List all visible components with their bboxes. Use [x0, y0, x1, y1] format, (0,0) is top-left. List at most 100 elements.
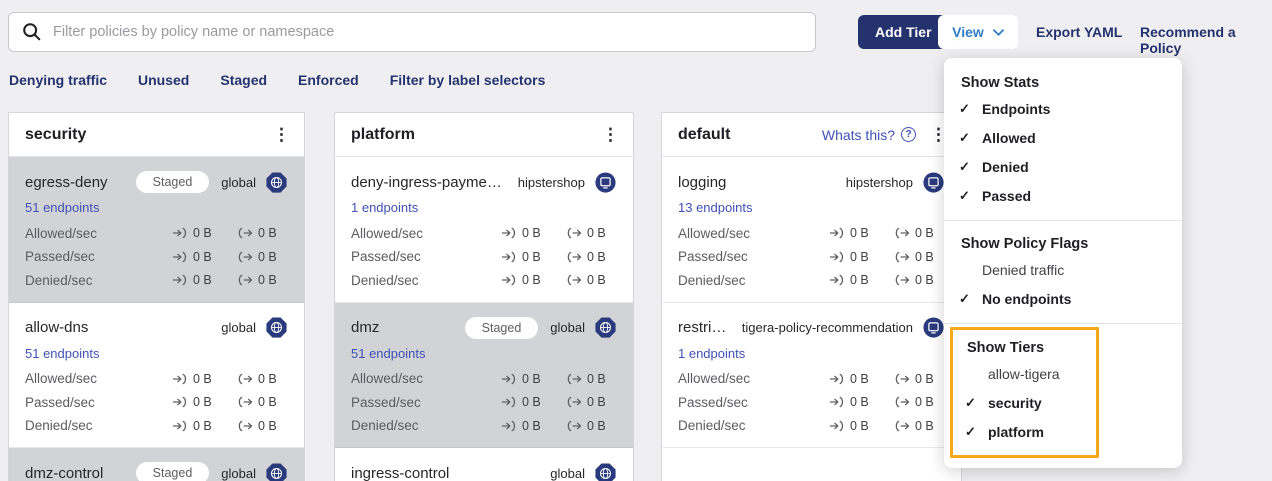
policy-card[interactable]: egress-deny Staged global: [9, 157, 304, 303]
endpoints-link[interactable]: 1 endpoints: [678, 346, 745, 361]
egress-arrow-icon: [237, 274, 253, 286]
search-input[interactable]: [8, 12, 816, 52]
stat-row: Denied/sec 0 B: [25, 273, 288, 288]
check-icon: ✓: [959, 291, 970, 306]
check-icon: ✓: [965, 395, 976, 410]
endpoints-link[interactable]: 1 endpoints: [351, 200, 418, 215]
global-policy-icon: [594, 316, 617, 339]
whats-this-link[interactable]: Whats this? ?: [822, 127, 916, 143]
policy-card[interactable]: ingress-control global: [335, 448, 633, 481]
tier-header: platform ⋮: [335, 113, 633, 157]
stats-list: Allowed/sec 0 B: [25, 371, 288, 433]
egress-arrow-icon: [566, 396, 582, 408]
egress-arrow-icon: [894, 227, 910, 239]
menu-section-heading: Show Tiers: [953, 333, 1096, 359]
check-icon: ✓: [959, 101, 970, 116]
menu-item[interactable]: ✓ Allowed: [944, 123, 1182, 152]
export-yaml-link[interactable]: Export YAML: [1036, 24, 1122, 40]
policy-card[interactable]: dmz Staged global: [335, 303, 633, 449]
menu-item[interactable]: ✓ Passed: [944, 181, 1182, 210]
egress-value: 0 B: [915, 395, 934, 409]
egress-value: 0 B: [587, 273, 606, 287]
menu-item-label: Endpoints: [982, 101, 1050, 117]
recommend-policy-link[interactable]: Recommend a Policy: [1140, 24, 1272, 56]
endpoints-link[interactable]: 13 endpoints: [678, 200, 752, 215]
menu-item[interactable]: ✓ security: [953, 388, 1096, 417]
ingress-arrow-icon: [829, 420, 845, 432]
menu-section-heading: Show Policy Flags: [944, 229, 1182, 255]
global-policy-icon: [265, 171, 288, 194]
egress-value: 0 B: [915, 372, 934, 386]
stat-row: Passed/sec 0 B: [351, 249, 617, 264]
policy-name: allow-dns: [25, 319, 209, 336]
policy-scope-label: global: [550, 320, 585, 335]
filter-link[interactable]: Enforced: [298, 72, 359, 88]
stat-row: Allowed/sec 0 B: [25, 371, 288, 386]
filter-link[interactable]: Unused: [138, 72, 189, 88]
policy-card[interactable]: deny-ingress-paymentservi… hipstershop: [335, 157, 633, 303]
stat-row: Denied/sec 0 B: [351, 273, 617, 288]
ingress-value: 0 B: [522, 372, 541, 386]
egress-arrow-icon: [566, 373, 582, 385]
policy-card[interactable]: dmz-control Staged global: [9, 448, 304, 481]
add-tier-button[interactable]: Add Tier: [858, 15, 949, 49]
policy-filter-search: [8, 12, 816, 52]
policy-card[interactable]: logging hipstershop: [662, 157, 961, 303]
egress-value: 0 B: [587, 250, 606, 264]
menu-item[interactable]: allow-tigera: [953, 359, 1096, 388]
filter-link[interactable]: Filter by label selectors: [390, 72, 546, 88]
stats-list: Allowed/sec 0 B: [678, 226, 945, 288]
ingress-arrow-icon: [172, 420, 188, 432]
ingress-arrow-icon: [501, 227, 517, 239]
egress-arrow-icon: [566, 251, 582, 263]
tier-column: platform ⋮ deny-ingress-paymentservi… hi…: [334, 112, 634, 481]
ingress-value: 0 B: [193, 395, 212, 409]
kebab-menu-icon[interactable]: ⋮: [602, 126, 619, 143]
stat-label: Allowed/sec: [25, 371, 172, 386]
egress-arrow-icon: [566, 227, 582, 239]
ingress-value: 0 B: [522, 250, 541, 264]
stat-row: Allowed/sec 0 B: [678, 371, 945, 386]
egress-arrow-icon: [894, 373, 910, 385]
policy-card[interactable]: restricted tigera-policy-recommendation: [662, 303, 961, 449]
menu-item[interactable]: Denied traffic: [944, 255, 1182, 284]
menu-item-label: No endpoints: [982, 291, 1071, 307]
help-icon: ?: [901, 127, 916, 142]
policy-scope-label: hipstershop: [518, 175, 585, 190]
view-button[interactable]: View: [938, 15, 1018, 49]
policy-scope-label: global: [221, 466, 256, 481]
tier-header: security ⋮: [9, 113, 304, 157]
policy-scope-label: global: [221, 175, 256, 190]
filter-link[interactable]: Staged: [220, 72, 267, 88]
kebab-menu-icon[interactable]: ⋮: [273, 126, 290, 143]
staged-badge: Staged: [465, 317, 539, 339]
stat-row: Passed/sec 0 B: [25, 395, 288, 410]
stat-label: Passed/sec: [678, 249, 829, 264]
stat-label: Denied/sec: [351, 273, 501, 288]
menu-item[interactable]: ✓ Denied: [944, 152, 1182, 181]
menu-item-label: platform: [988, 424, 1044, 440]
menu-item-label: security: [988, 395, 1042, 411]
endpoints-link[interactable]: 51 endpoints: [25, 200, 99, 215]
tier-card-list: logging hipstershop: [662, 157, 961, 448]
menu-section: Show Stats ✓ Endpoints ✓ Allowe: [944, 60, 1182, 221]
ingress-value: 0 B: [850, 395, 869, 409]
check-icon: ✓: [959, 159, 970, 174]
endpoints-link[interactable]: 51 endpoints: [351, 346, 425, 361]
stat-label: Denied/sec: [351, 418, 501, 433]
policy-card[interactable]: allow-dns global: [9, 303, 304, 449]
policy-scope-label: global: [221, 320, 256, 335]
stat-label: Passed/sec: [25, 395, 172, 410]
search-icon: [21, 21, 43, 43]
menu-item[interactable]: ✓ Endpoints: [944, 94, 1182, 123]
ingress-arrow-icon: [501, 420, 517, 432]
stat-row: Denied/sec 0 B: [678, 273, 945, 288]
menu-item[interactable]: ✓ No endpoints: [944, 284, 1182, 313]
stat-row: Passed/sec 0 B: [678, 395, 945, 410]
filter-link[interactable]: Denying traffic: [9, 72, 107, 88]
ingress-arrow-icon: [829, 396, 845, 408]
ingress-value: 0 B: [850, 250, 869, 264]
menu-item[interactable]: ✓ platform: [953, 417, 1096, 446]
endpoints-link[interactable]: 51 endpoints: [25, 346, 99, 361]
global-policy-icon: [265, 316, 288, 339]
